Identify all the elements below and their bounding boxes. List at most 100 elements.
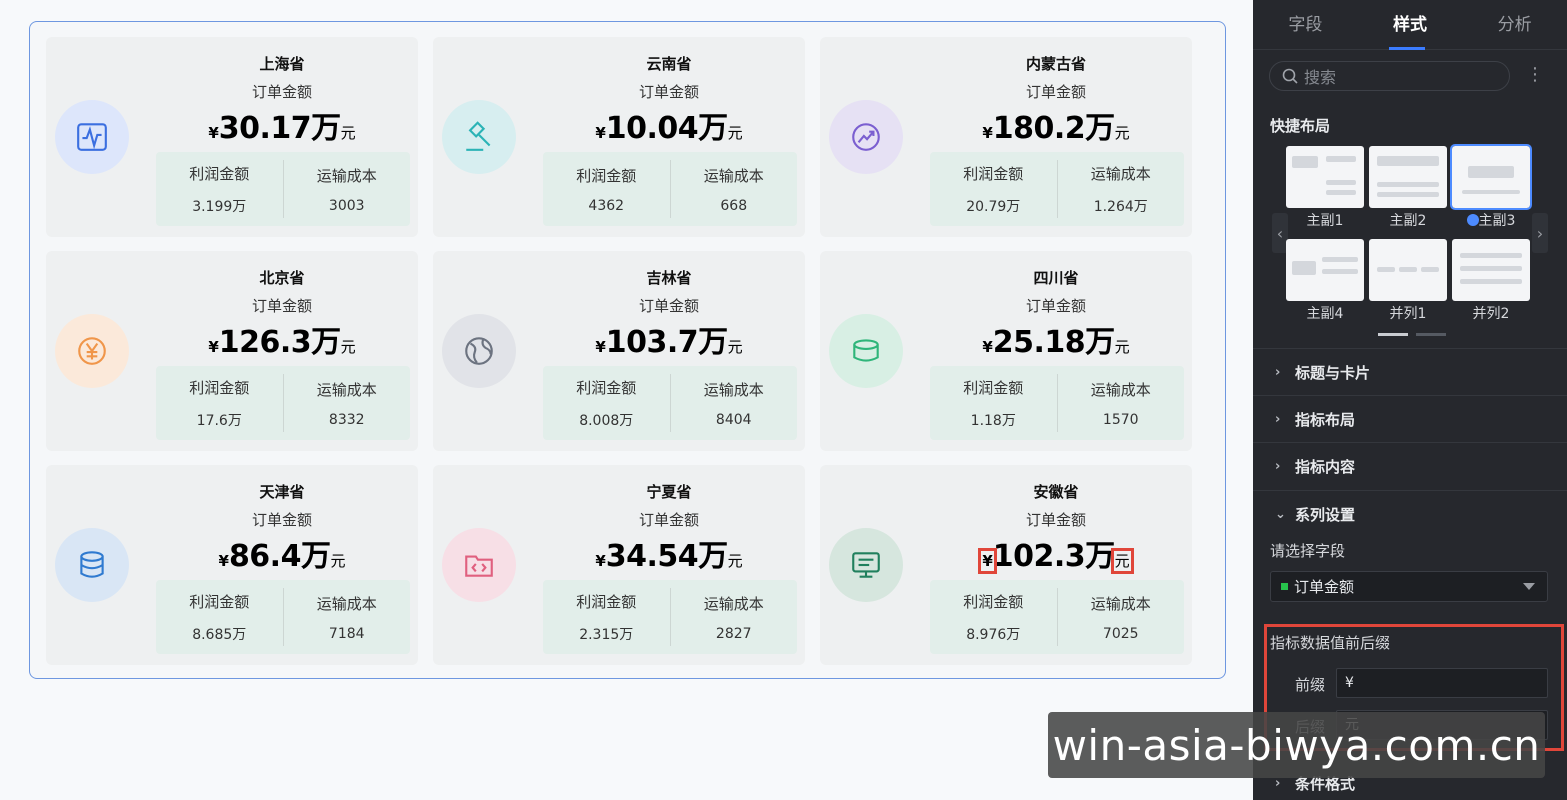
sub-metrics: 利润金额 4362 运输成本 668 <box>543 152 797 226</box>
globe-icon <box>442 314 516 388</box>
sub-metric-value: 8.976万 <box>966 626 1021 643</box>
metric-name: 订单金额 <box>1025 297 1086 315</box>
kpi-card[interactable]: 吉林省 订单金额 ¥103.7万元 利润金额 8.008万 运输成本 8404 <box>433 251 805 451</box>
field-color-swatch <box>1281 583 1288 590</box>
search-placeholder: 搜索 <box>1304 68 1337 87</box>
sub-metric-label: 运输成本 <box>1090 380 1151 399</box>
sub-metric-value: 2.315万 <box>579 626 634 643</box>
layout-pager[interactable] <box>1378 333 1446 336</box>
field-select[interactable]: 订单金额 <box>1270 571 1548 602</box>
metric-value: ¥103.7万元 <box>543 317 795 361</box>
metric-name: 订单金额 <box>1025 83 1086 101</box>
section-metric-layout[interactable]: › 指标布局 <box>1253 395 1567 442</box>
card-title: 宁夏省 <box>646 483 692 501</box>
sub-metric-value: 1570 <box>1102 411 1139 428</box>
value-prefix: ¥ <box>208 124 219 142</box>
card-title: 吉林省 <box>646 269 692 287</box>
section-title-card[interactable]: › 标题与卡片 <box>1253 348 1567 395</box>
sub-metric-label: 运输成本 <box>1090 594 1151 613</box>
layout-option-3[interactable] <box>1450 144 1532 210</box>
layout-option-6[interactable] <box>1452 239 1530 301</box>
sub-metric-label: 利润金额 <box>576 166 637 185</box>
layout-next-icon[interactable]: › <box>1532 213 1548 253</box>
value-suffix: 元 <box>340 338 356 356</box>
value-suffix: 元 <box>340 124 356 142</box>
sub-metric-label: 利润金额 <box>189 164 250 183</box>
metric-value: ¥86.4万元 <box>156 531 408 575</box>
layout-option-5[interactable] <box>1369 239 1447 301</box>
metric-value: ¥30.17万元 <box>156 103 408 147</box>
tab-fields[interactable]: 字段 <box>1253 0 1358 49</box>
sub-metric-value: 7025 <box>1102 625 1139 642</box>
card-title: 四川省 <box>1033 269 1079 287</box>
sub-metric-label: 运输成本 <box>316 166 377 185</box>
layout-label-3: 主副3 <box>1452 210 1530 230</box>
code-folder-icon <box>442 528 516 602</box>
value-prefix: ¥ <box>218 552 229 570</box>
sub-metric-value: 3.199万 <box>192 198 247 215</box>
sub-metric-value: 20.79万 <box>966 198 1021 215</box>
more-options-icon[interactable]: ⋮ <box>1526 64 1544 85</box>
value-prefix: ¥ <box>595 124 606 142</box>
sub-metrics: 利润金额 8.008万 运输成本 8404 <box>543 366 797 440</box>
sub-metric-value: 668 <box>720 197 748 214</box>
value-prefix: ¥ <box>982 338 993 356</box>
tab-style[interactable]: 样式 <box>1358 0 1463 49</box>
kpi-card[interactable]: 安徽省 订单金额 ¥102.3万元 利润金额 8.976万 运输成本 7025 <box>820 465 1192 665</box>
sub-metrics: 利润金额 2.315万 运输成本 2827 <box>543 580 797 654</box>
kpi-card[interactable]: 上海省 订单金额 ¥30.17万元 利润金额 3.199万 运输成本 3003 <box>46 37 418 237</box>
trend-up-icon <box>829 100 903 174</box>
layout-label-2: 主副2 <box>1389 213 1427 229</box>
kpi-card[interactable]: 云南省 订单金额 ¥10.04万元 利润金额 4362 运输成本 668 <box>433 37 805 237</box>
layout-option-1[interactable] <box>1286 146 1364 208</box>
card-title: 上海省 <box>259 55 305 73</box>
sub-metric-value: 1.264万 <box>1093 198 1148 215</box>
dropdown-arrow-icon <box>1523 583 1535 590</box>
dashboard-canvas: 上海省 订单金额 ¥30.17万元 利润金额 3.199万 运输成本 3003 云南… <box>0 0 1253 800</box>
gavel-icon <box>442 100 516 174</box>
section-series-settings[interactable]: ⌄ 系列设置 <box>1253 490 1567 537</box>
sub-metric-label: 利润金额 <box>189 378 250 397</box>
sub-metrics: 利润金额 17.6万 运输成本 8332 <box>156 366 410 440</box>
card-title: 内蒙古省 <box>1025 55 1086 73</box>
sub-metric-value: 8404 <box>715 411 752 428</box>
sub-metric-value: 1.18万 <box>970 412 1016 429</box>
sub-metric-label: 利润金额 <box>576 378 637 397</box>
yen-coin-icon <box>55 314 129 388</box>
kpi-card[interactable]: 宁夏省 订单金额 ¥34.54万元 利润金额 2.315万 运输成本 2827 <box>433 465 805 665</box>
kpi-card[interactable]: 内蒙古省 订单金额 ¥180.2万元 利润金额 20.79万 运输成本 1.264万 <box>820 37 1192 237</box>
value-number: 30.17万 <box>218 111 341 146</box>
value-number: 180.2万 <box>992 111 1115 146</box>
layout-option-2[interactable] <box>1369 146 1447 208</box>
search-input[interactable]: 搜索 <box>1269 61 1510 91</box>
card-title: 安徽省 <box>1033 483 1079 501</box>
metric-name: 订单金额 <box>638 83 699 101</box>
sub-metrics: 利润金额 3.199万 运输成本 3003 <box>156 152 410 226</box>
sub-metrics: 利润金额 1.18万 运输成本 1570 <box>930 366 1184 440</box>
kpi-card[interactable]: 天津省 订单金额 ¥86.4万元 利润金额 8.685万 运输成本 7184 <box>46 465 418 665</box>
section-metric-content[interactable]: › 指标内容 <box>1253 442 1567 489</box>
sub-metric-label: 运输成本 <box>316 594 377 613</box>
quick-layout-title: 快捷布局 <box>1270 117 1331 135</box>
kpi-card-group[interactable]: 上海省 订单金额 ¥30.17万元 利润金额 3.199万 运输成本 3003 云南… <box>29 21 1226 679</box>
metric-name: 订单金额 <box>638 297 699 315</box>
metric-value: ¥180.2万元 <box>930 103 1182 147</box>
card-title: 北京省 <box>259 269 305 287</box>
metric-value: ¥10.04万元 <box>543 103 795 147</box>
value-prefix: ¥ <box>208 338 219 356</box>
sub-metric-value: 17.6万 <box>196 412 242 429</box>
value-prefix: ¥ <box>595 338 606 356</box>
sub-metric-label: 运输成本 <box>703 380 764 399</box>
kpi-card[interactable]: 四川省 订单金额 ¥25.18万元 利润金额 1.18万 运输成本 1570 <box>820 251 1192 451</box>
search-icon <box>1282 68 1298 84</box>
sub-metric-label: 利润金额 <box>189 592 250 611</box>
layout-option-4[interactable] <box>1286 239 1364 301</box>
kpi-card[interactable]: 北京省 订单金额 ¥126.3万元 利润金额 17.6万 运输成本 8332 <box>46 251 418 451</box>
chevron-right-icon: › <box>1275 364 1281 380</box>
database-icon <box>55 528 129 602</box>
tab-analysis[interactable]: 分析 <box>1462 0 1567 49</box>
sub-metrics: 利润金额 20.79万 运输成本 1.264万 <box>930 152 1184 226</box>
chevron-down-icon: ⌄ <box>1275 506 1286 522</box>
value-suffix: 元 <box>727 338 743 356</box>
value-suffix: 元 <box>1114 124 1130 142</box>
